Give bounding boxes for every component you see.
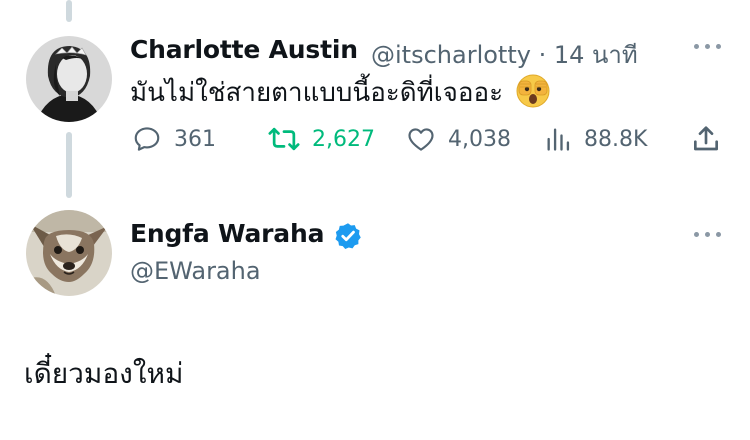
like-button[interactable]: 4,038	[406, 122, 511, 156]
avatar-engfa[interactable]	[26, 210, 112, 296]
author-handle[interactable]: @EWaraha	[130, 257, 261, 285]
reply-icon	[134, 127, 160, 151]
share-button[interactable]	[690, 122, 722, 156]
tweet-text-content: มันไม่ใช่สายตาแบบนี้อะดิที่เจออะ	[130, 78, 504, 108]
reply-button[interactable]: 361	[132, 122, 216, 156]
peeking-face-emoji-icon	[515, 73, 551, 109]
reply-count: 361	[174, 126, 216, 152]
avatar-charlotte[interactable]	[26, 36, 112, 122]
thread-line-bottom	[66, 132, 72, 198]
retweet-button[interactable]: 2,627	[268, 122, 375, 156]
share-icon	[694, 126, 718, 151]
author-name[interactable]: Charlotte Austin	[130, 35, 358, 64]
retweet-count: 2,627	[312, 126, 375, 152]
more-icon[interactable]	[694, 230, 724, 240]
views-count: 88.8K	[584, 126, 648, 152]
like-icon	[408, 128, 434, 151]
tweet-time[interactable]: 14 นาที	[554, 41, 638, 69]
more-icon[interactable]	[694, 42, 724, 52]
verified-badge-icon	[335, 223, 361, 249]
tweet-text: มันไม่ใช่สายตาแบบนี้อะดิที่เจออะ	[130, 72, 551, 113]
tweet-text: เดี๋ยวมองใหม่	[24, 357, 184, 390]
like-count: 4,038	[448, 126, 511, 152]
author-name[interactable]: Engfa Waraha	[130, 219, 324, 248]
views-button[interactable]: 88.8K	[544, 122, 647, 156]
meta-separator: ·	[538, 41, 547, 69]
retweet-icon	[268, 127, 300, 151]
views-icon	[547, 128, 570, 151]
tweet-meta: @itscharlotty · 14 นาที	[371, 35, 638, 74]
author-handle[interactable]: @itscharlotty	[371, 41, 531, 69]
thread-line-top	[66, 0, 72, 22]
